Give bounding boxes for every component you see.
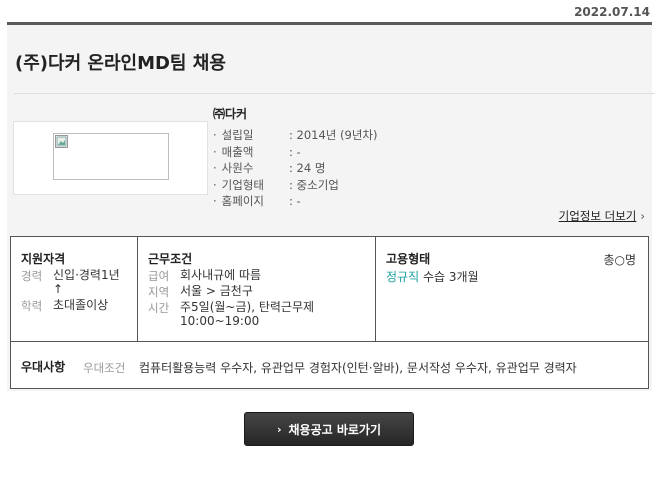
company-logo-box bbox=[13, 121, 208, 195]
header-bar: 2022.07.14 bbox=[7, 0, 652, 25]
info-label: 사원수 bbox=[213, 160, 289, 177]
info-value: : - bbox=[289, 194, 301, 208]
company-more-link[interactable]: 기업정보 더보기 › bbox=[559, 208, 645, 224]
more-link-label: 기업정보 더보기 bbox=[558, 209, 637, 223]
career-row: 경력 신입·경력1년 ↑ bbox=[21, 268, 125, 296]
chevron-right-icon: › bbox=[640, 209, 645, 223]
info-row-employees: 사원수 : 24 명 bbox=[213, 160, 513, 177]
broken-image-icon bbox=[55, 135, 68, 148]
region-label: 지역 bbox=[148, 285, 170, 299]
salary-label: 급여 bbox=[148, 269, 170, 283]
education-row: 학력 초대졸이상 bbox=[21, 298, 133, 314]
posting-date: 2022.07.14 bbox=[574, 5, 650, 19]
qualification-cell: 지원자격 경력 신입·경력1년 ↑ 학력 초대졸이상 bbox=[11, 237, 138, 341]
employment-heading: 고용형태 bbox=[386, 252, 431, 266]
info-value: : 2014년 (9년차) bbox=[289, 128, 378, 142]
employment-type: 정규직 bbox=[386, 270, 420, 284]
region-row: 지역 서울 > 금천구 bbox=[148, 284, 360, 300]
conditions-cell: 근무조건 급여 회사내규에 따름 지역 서울 > 금천구 시간 주5일(월~금)… bbox=[138, 237, 376, 341]
company-logo-image bbox=[53, 133, 169, 180]
preference-row: 우대사항 우대조건 컴퓨터활용능력 우수자, 유관업무 경험자(인턴·알바), … bbox=[11, 341, 648, 388]
employment-type-row: 정규직 수습 3개월 bbox=[386, 268, 479, 285]
info-label: 기업형태 bbox=[213, 177, 289, 194]
apply-button-label: 채용공고 바로가기 bbox=[288, 422, 382, 437]
info-value: : 중소기업 bbox=[289, 177, 339, 192]
education-label: 학력 bbox=[21, 299, 43, 313]
job-title: (주)다커 온라인MD팀 채용 bbox=[15, 53, 226, 74]
info-row-company-type: 기업형태 : 중소기업 bbox=[213, 177, 513, 194]
preference-heading: 우대사항 bbox=[21, 360, 66, 374]
info-value: : - bbox=[289, 144, 301, 159]
info-value: : 24 명 bbox=[289, 161, 326, 175]
employment-cell: 고용형태 정규직 수습 3개월 총○명 bbox=[376, 237, 648, 341]
work-time-label: 시간 bbox=[148, 301, 170, 315]
region-value: 서울 > 금천구 bbox=[180, 284, 253, 298]
apply-button[interactable]: › 채용공고 바로가기 bbox=[244, 412, 414, 446]
chevron-right-icon: › bbox=[276, 422, 282, 436]
education-value: 초대졸이상 bbox=[53, 298, 109, 312]
career-value: 신입·경력1년 ↑ bbox=[53, 268, 120, 296]
conditions-table: 지원자격 경력 신입·경력1년 ↑ 학력 초대졸이상 근무조건 급여 회사내규에… bbox=[10, 236, 649, 389]
preference-label: 우대조건 bbox=[83, 361, 126, 375]
company-name: ㈜다커 bbox=[213, 107, 248, 121]
company-info: ㈜다커 설립일 : 2014년 (9년차) 매출액 : - 사원수 : 24 명… bbox=[213, 105, 513, 210]
salary-value: 회사내규에 따름 bbox=[180, 268, 262, 282]
preference-value: 컴퓨터활용능력 우수자, 유관업무 경험자(인턴·알바), 문서작성 우수자, … bbox=[139, 361, 577, 375]
info-label: 설립일 bbox=[213, 127, 289, 144]
salary-row: 급여 회사내규에 따름 bbox=[148, 268, 360, 284]
work-time-row: 시간 주5일(월~금), 탄력근무제10:00~19:00 bbox=[148, 300, 360, 328]
info-label: 매출액 bbox=[213, 144, 289, 161]
info-row-revenue: 매출액 : - bbox=[213, 144, 513, 161]
job-posting-panel: (주)다커 온라인MD팀 채용 ㈜다커 설립일 : 2014년 (9년차) 매출… bbox=[7, 25, 655, 391]
qualification-heading: 지원자격 bbox=[21, 252, 66, 266]
conditions-heading: 근무조건 bbox=[148, 252, 193, 266]
info-row-homepage: 홈페이지 : - bbox=[213, 193, 513, 210]
probation: 수습 3개월 bbox=[422, 270, 479, 284]
work-time-value: 주5일(월~금), 탄력근무제10:00~19:00 bbox=[180, 300, 315, 328]
hiring-total: 총○명 bbox=[603, 253, 636, 267]
career-label: 경력 bbox=[21, 269, 43, 283]
info-row-founded: 설립일 : 2014년 (9년차) bbox=[213, 127, 513, 144]
divider bbox=[14, 93, 655, 94]
info-label: 홈페이지 bbox=[213, 193, 289, 210]
